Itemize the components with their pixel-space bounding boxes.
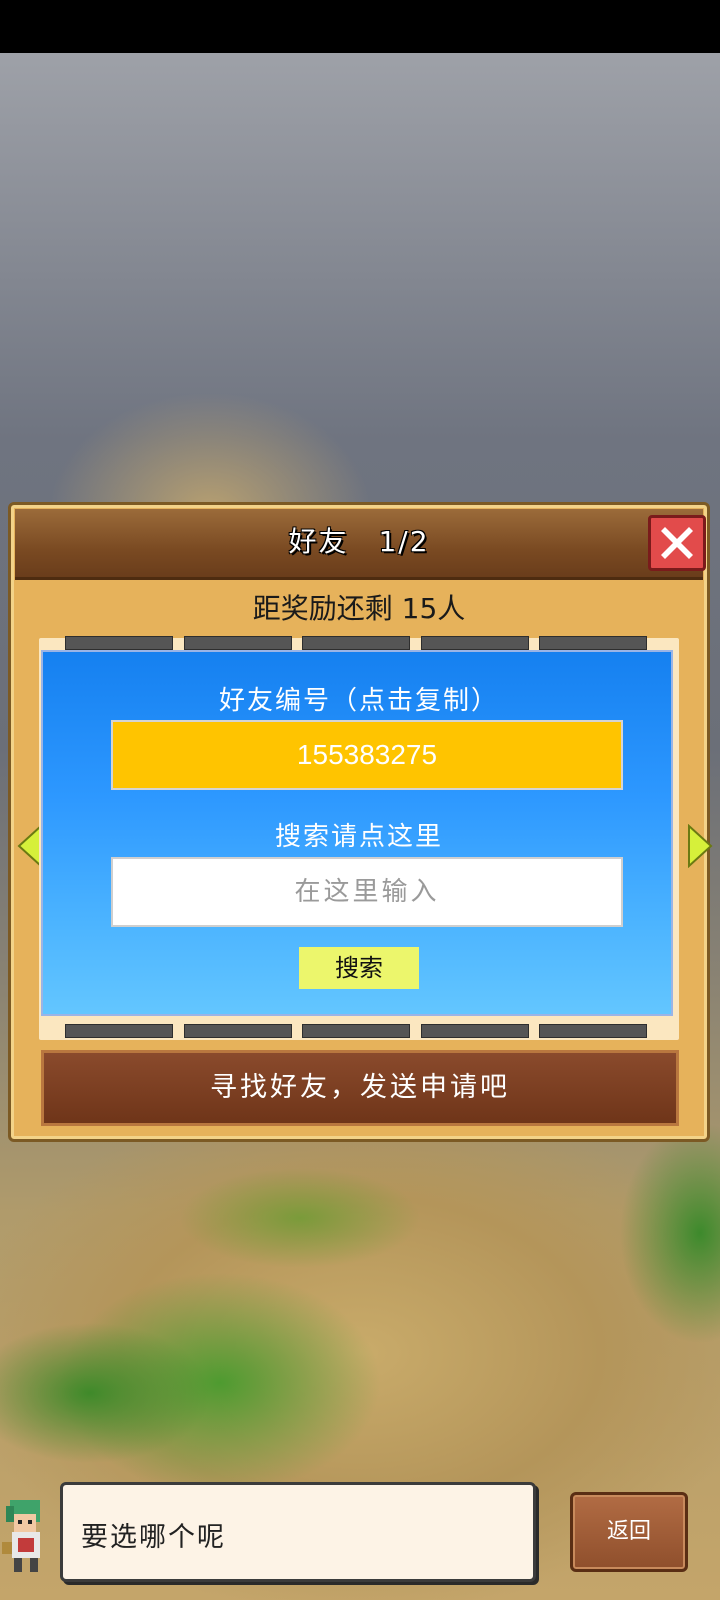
dialog-title: 好友 1/2 — [288, 525, 430, 558]
friend-id-label: 好友编号（点击复制） — [218, 686, 499, 716]
frame-rail-top — [65, 636, 647, 650]
friend-card-frame: 好友编号（点击复制） 155383275 搜索请点这里 在这里输入 搜索 — [39, 636, 679, 1040]
friend-dialog: 好友 1/2 距奖励还剩 15人 好友编号（点击复制） 155383275 搜索… — [8, 502, 713, 1142]
friend-id-copy-box[interactable]: 155383275 — [111, 720, 623, 790]
frame-rail-bottom — [65, 1024, 647, 1038]
search-button[interactable]: 搜索 — [299, 947, 419, 989]
character-avatar — [2, 1500, 40, 1572]
dialog-header: 好友 1/2 — [15, 509, 706, 580]
speech-bubble: 要选哪个呢 — [60, 1482, 536, 1582]
search-label: 搜索请点这里 — [274, 822, 443, 852]
speech-text: 要选哪个呢 — [81, 1522, 226, 1553]
find-friends-button[interactable]: 寻找好友，发送申请吧 — [41, 1050, 679, 1126]
right-arrow-icon[interactable] — [687, 824, 713, 868]
close-button[interactable] — [648, 515, 706, 571]
status-bar — [0, 0, 720, 53]
search-input[interactable]: 在这里输入 — [111, 857, 623, 927]
close-x-icon — [661, 527, 693, 559]
reward-remaining-text: 距奖励还剩 15人 — [252, 592, 466, 625]
friend-info-panel: 好友编号（点击复制） 155383275 搜索请点这里 在这里输入 搜索 — [41, 650, 673, 1016]
back-button[interactable]: 返回 — [570, 1492, 688, 1572]
